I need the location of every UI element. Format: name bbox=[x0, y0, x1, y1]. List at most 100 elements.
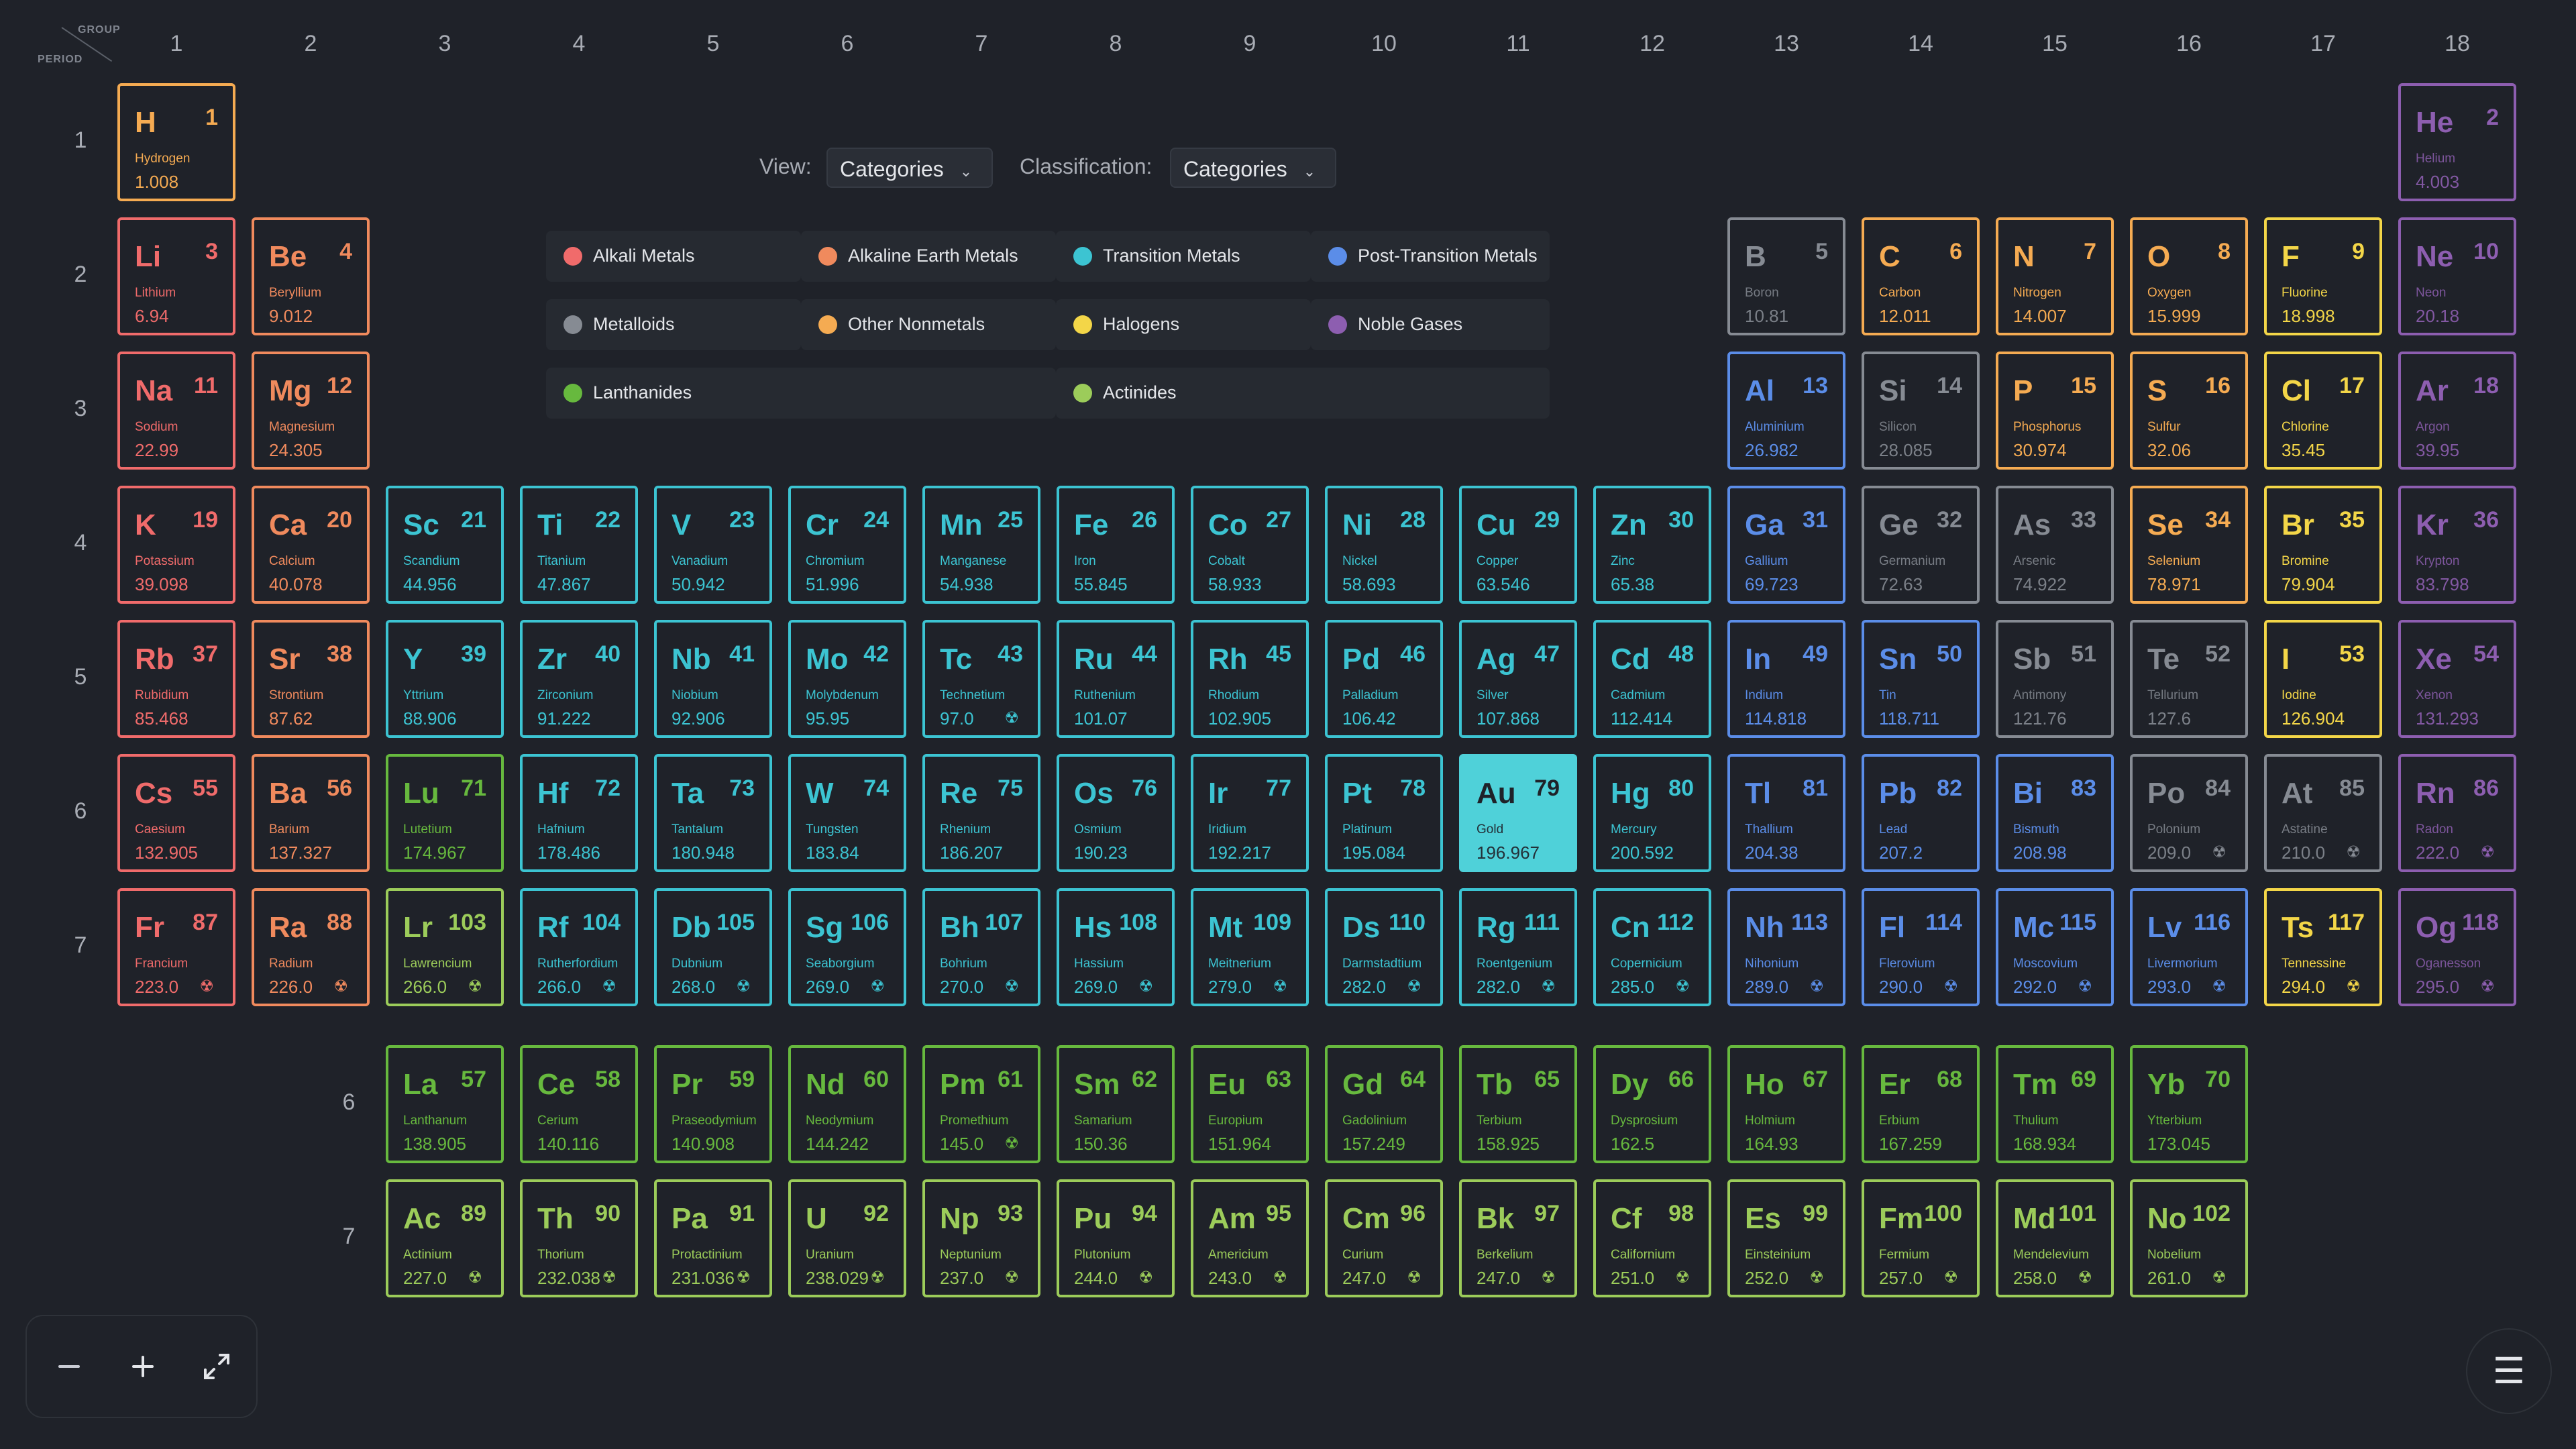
element-cell-pt[interactable]: Pt 78 Platinum 195.084 bbox=[1325, 754, 1443, 872]
element-cell-ac[interactable]: Ac 89 Actinium 227.0 ☢ bbox=[386, 1179, 504, 1297]
element-cell-au[interactable]: Au 79 Gold 196.967 bbox=[1459, 754, 1577, 872]
classification-dropdown[interactable]: Categories ⌄ bbox=[1170, 148, 1336, 188]
element-cell-ra[interactable]: Ra 88 Radium 226.0 ☢ bbox=[252, 888, 370, 1006]
element-cell-rg[interactable]: Rg 111 Roentgenium 282.0 ☢ bbox=[1459, 888, 1577, 1006]
legend-item-alkali[interactable]: Alkali Metals bbox=[546, 231, 801, 282]
element-cell-rh[interactable]: Rh 45 Rhodium 102.905 bbox=[1191, 620, 1309, 738]
legend-item-alkaline[interactable]: Alkaline Earth Metals bbox=[801, 231, 1056, 282]
element-cell-nd[interactable]: Nd 60 Neodymium 144.242 bbox=[788, 1045, 906, 1163]
element-cell-ag[interactable]: Ag 47 Silver 107.868 bbox=[1459, 620, 1577, 738]
element-cell-sc[interactable]: Sc 21 Scandium 44.956 bbox=[386, 486, 504, 604]
element-cell-tc[interactable]: Tc 43 Technetium 97.0 ☢ bbox=[922, 620, 1040, 738]
element-cell-y[interactable]: Y 39 Yttrium 88.906 bbox=[386, 620, 504, 738]
element-cell-rb[interactable]: Rb 37 Rubidium 85.468 bbox=[117, 620, 235, 738]
element-cell-cu[interactable]: Cu 29 Copper 63.546 bbox=[1459, 486, 1577, 604]
element-cell-ru[interactable]: Ru 44 Ruthenium 101.07 bbox=[1057, 620, 1175, 738]
element-cell-sn[interactable]: Sn 50 Tin 118.711 bbox=[1862, 620, 1980, 738]
element-cell-nh[interactable]: Nh 113 Nihonium 289.0 ☢ bbox=[1727, 888, 1845, 1006]
element-cell-cf[interactable]: Cf 98 Californium 251.0 ☢ bbox=[1593, 1179, 1711, 1297]
element-cell-co[interactable]: Co 27 Cobalt 58.933 bbox=[1191, 486, 1309, 604]
element-cell-cr[interactable]: Cr 24 Chromium 51.996 bbox=[788, 486, 906, 604]
element-cell-rn[interactable]: Rn 86 Radon 222.0 ☢ bbox=[2398, 754, 2516, 872]
legend-item-nonmetal[interactable]: Other Nonmetals bbox=[801, 299, 1056, 350]
element-cell-b[interactable]: B 5 Boron 10.81 bbox=[1727, 217, 1845, 335]
element-cell-fm[interactable]: Fm 100 Fermium 257.0 ☢ bbox=[1862, 1179, 1980, 1297]
element-cell-dy[interactable]: Dy 66 Dysprosium 162.5 bbox=[1593, 1045, 1711, 1163]
element-cell-pa[interactable]: Pa 91 Protactinium 231.036 ☢ bbox=[654, 1179, 772, 1297]
element-cell-cd[interactable]: Cd 48 Cadmium 112.414 bbox=[1593, 620, 1711, 738]
element-cell-be[interactable]: Be 4 Beryllium 9.012 bbox=[252, 217, 370, 335]
element-cell-cs[interactable]: Cs 55 Caesium 132.905 bbox=[117, 754, 235, 872]
zoom-out-button[interactable] bbox=[32, 1316, 106, 1417]
element-cell-pd[interactable]: Pd 46 Palladium 106.42 bbox=[1325, 620, 1443, 738]
element-cell-ta[interactable]: Ta 73 Tantalum 180.948 bbox=[654, 754, 772, 872]
element-cell-md[interactable]: Md 101 Mendelevium 258.0 ☢ bbox=[1996, 1179, 2114, 1297]
element-cell-lv[interactable]: Lv 116 Livermorium 293.0 ☢ bbox=[2130, 888, 2248, 1006]
element-cell-sg[interactable]: Sg 106 Seaborgium 269.0 ☢ bbox=[788, 888, 906, 1006]
view-dropdown[interactable]: Categories ⌄ bbox=[826, 148, 993, 188]
element-cell-po[interactable]: Po 84 Polonium 209.0 ☢ bbox=[2130, 754, 2248, 872]
element-cell-yb[interactable]: Yb 70 Ytterbium 173.045 bbox=[2130, 1045, 2248, 1163]
element-cell-zn[interactable]: Zn 30 Zinc 65.38 bbox=[1593, 486, 1711, 604]
element-cell-es[interactable]: Es 99 Einsteinium 252.0 ☢ bbox=[1727, 1179, 1845, 1297]
element-cell-sm[interactable]: Sm 62 Samarium 150.36 bbox=[1057, 1045, 1175, 1163]
element-cell-lu[interactable]: Lu 71 Lutetium 174.967 bbox=[386, 754, 504, 872]
element-cell-hs[interactable]: Hs 108 Hassium 269.0 ☢ bbox=[1057, 888, 1175, 1006]
element-cell-s[interactable]: S 16 Sulfur 32.06 bbox=[2130, 352, 2248, 470]
element-cell-cl[interactable]: Cl 17 Chlorine 35.45 bbox=[2264, 352, 2382, 470]
element-cell-li[interactable]: Li 3 Lithium 6.94 bbox=[117, 217, 235, 335]
element-cell-v[interactable]: V 23 Vanadium 50.942 bbox=[654, 486, 772, 604]
element-cell-ir[interactable]: Ir 77 Iridium 192.217 bbox=[1191, 754, 1309, 872]
element-cell-gd[interactable]: Gd 64 Gadolinium 157.249 bbox=[1325, 1045, 1443, 1163]
element-cell-f[interactable]: F 9 Fluorine 18.998 bbox=[2264, 217, 2382, 335]
element-cell-i[interactable]: I 53 Iodine 126.904 bbox=[2264, 620, 2382, 738]
element-cell-hg[interactable]: Hg 80 Mercury 200.592 bbox=[1593, 754, 1711, 872]
element-cell-p[interactable]: P 15 Phosphorus 30.974 bbox=[1996, 352, 2114, 470]
element-cell-rf[interactable]: Rf 104 Rutherfordium 266.0 ☢ bbox=[520, 888, 638, 1006]
element-cell-in[interactable]: In 49 Indium 114.818 bbox=[1727, 620, 1845, 738]
element-cell-k[interactable]: K 19 Potassium 39.098 bbox=[117, 486, 235, 604]
legend-item-metalloid[interactable]: Metalloids bbox=[546, 299, 801, 350]
legend-item-actinide[interactable]: Actinides bbox=[1056, 368, 1550, 419]
element-cell-mc[interactable]: Mc 115 Moscovium 292.0 ☢ bbox=[1996, 888, 2114, 1006]
element-cell-na[interactable]: Na 11 Sodium 22.99 bbox=[117, 352, 235, 470]
element-cell-w[interactable]: W 74 Tungsten 183.84 bbox=[788, 754, 906, 872]
element-cell-ba[interactable]: Ba 56 Barium 137.327 bbox=[252, 754, 370, 872]
element-cell-se[interactable]: Se 34 Selenium 78.971 bbox=[2130, 486, 2248, 604]
fullscreen-button[interactable] bbox=[180, 1316, 254, 1417]
element-cell-al[interactable]: Al 13 Aluminium 26.982 bbox=[1727, 352, 1845, 470]
element-cell-ga[interactable]: Ga 31 Gallium 69.723 bbox=[1727, 486, 1845, 604]
element-cell-nb[interactable]: Nb 41 Niobium 92.906 bbox=[654, 620, 772, 738]
element-cell-ar[interactable]: Ar 18 Argon 39.95 bbox=[2398, 352, 2516, 470]
element-cell-lr[interactable]: Lr 103 Lawrencium 266.0 ☢ bbox=[386, 888, 504, 1006]
element-cell-at[interactable]: At 85 Astatine 210.0 ☢ bbox=[2264, 754, 2382, 872]
element-cell-tm[interactable]: Tm 69 Thulium 168.934 bbox=[1996, 1045, 2114, 1163]
element-cell-pu[interactable]: Pu 94 Plutonium 244.0 ☢ bbox=[1057, 1179, 1175, 1297]
legend-item-noble[interactable]: Noble Gases bbox=[1311, 299, 1550, 350]
element-cell-th[interactable]: Th 90 Thorium 232.038 ☢ bbox=[520, 1179, 638, 1297]
element-cell-mt[interactable]: Mt 109 Meitnerium 279.0 ☢ bbox=[1191, 888, 1309, 1006]
element-cell-ho[interactable]: Ho 67 Holmium 164.93 bbox=[1727, 1045, 1845, 1163]
menu-button[interactable]: ☰ bbox=[2466, 1328, 2552, 1414]
element-cell-tb[interactable]: Tb 65 Terbium 158.925 bbox=[1459, 1045, 1577, 1163]
element-cell-sr[interactable]: Sr 38 Strontium 87.62 bbox=[252, 620, 370, 738]
element-cell-re[interactable]: Re 75 Rhenium 186.207 bbox=[922, 754, 1040, 872]
element-cell-am[interactable]: Am 95 Americium 243.0 ☢ bbox=[1191, 1179, 1309, 1297]
element-cell-n[interactable]: N 7 Nitrogen 14.007 bbox=[1996, 217, 2114, 335]
element-cell-mg[interactable]: Mg 12 Magnesium 24.305 bbox=[252, 352, 370, 470]
element-cell-db[interactable]: Db 105 Dubnium 268.0 ☢ bbox=[654, 888, 772, 1006]
element-cell-bk[interactable]: Bk 97 Berkelium 247.0 ☢ bbox=[1459, 1179, 1577, 1297]
element-cell-fr[interactable]: Fr 87 Francium 223.0 ☢ bbox=[117, 888, 235, 1006]
element-cell-hf[interactable]: Hf 72 Hafnium 178.486 bbox=[520, 754, 638, 872]
element-cell-pm[interactable]: Pm 61 Promethium 145.0 ☢ bbox=[922, 1045, 1040, 1163]
element-cell-eu[interactable]: Eu 63 Europium 151.964 bbox=[1191, 1045, 1309, 1163]
legend-item-halogen[interactable]: Halogens bbox=[1056, 299, 1311, 350]
element-cell-pb[interactable]: Pb 82 Lead 207.2 bbox=[1862, 754, 1980, 872]
element-cell-er[interactable]: Er 68 Erbium 167.259 bbox=[1862, 1045, 1980, 1163]
element-cell-kr[interactable]: Kr 36 Krypton 83.798 bbox=[2398, 486, 2516, 604]
element-cell-c[interactable]: C 6 Carbon 12.011 bbox=[1862, 217, 1980, 335]
element-cell-xe[interactable]: Xe 54 Xenon 131.293 bbox=[2398, 620, 2516, 738]
element-cell-la[interactable]: La 57 Lanthanum 138.905 bbox=[386, 1045, 504, 1163]
legend-item-lanthanide[interactable]: Lanthanides bbox=[546, 368, 1056, 419]
element-cell-no[interactable]: No 102 Nobelium 261.0 ☢ bbox=[2130, 1179, 2248, 1297]
